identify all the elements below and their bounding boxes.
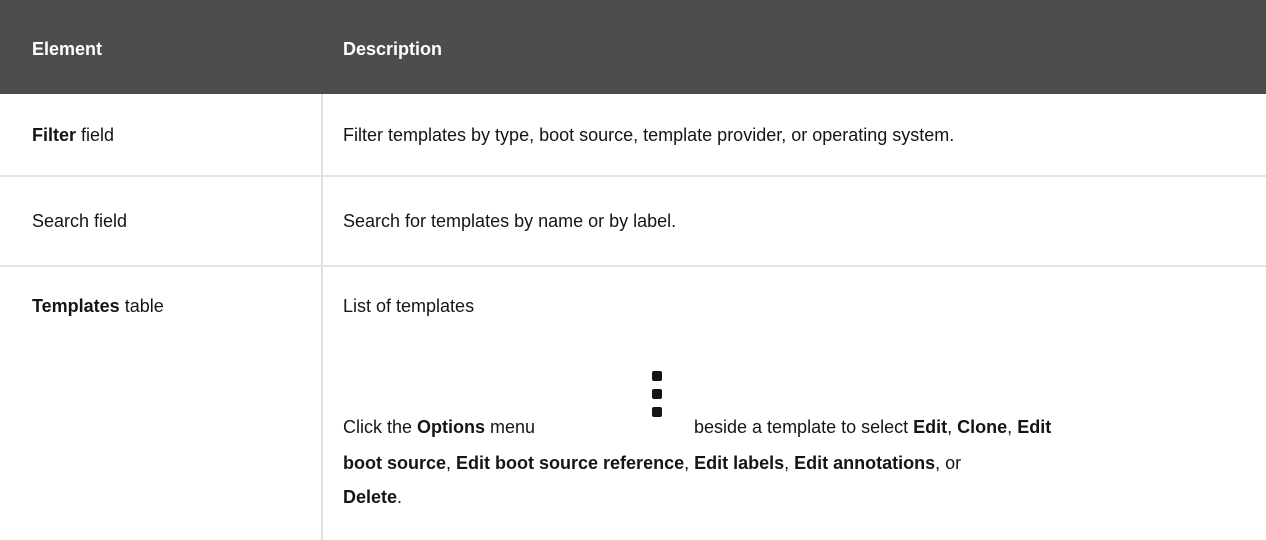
row-templates-description-part2: beside a template to select Edit, Clone,… [694, 417, 1052, 437]
header-element: Element [32, 39, 103, 59]
kebab-options-icon [650, 371, 662, 417]
options-menu-label: Options [417, 417, 486, 437]
row-divider [0, 265, 1266, 267]
delete-option: Delete [343, 487, 398, 507]
row-divider [0, 175, 1266, 177]
table-header: Element Description [0, 0, 1266, 94]
elements-table: Element Description Filter field Filter … [0, 0, 1266, 540]
edit-labels-option: Edit labels [694, 453, 785, 473]
edit-boot-source-option-start: Edit [1017, 417, 1052, 437]
filter-label: Filter [32, 125, 77, 145]
row-filter-element: Filter field [32, 125, 115, 145]
column-divider [321, 94, 323, 540]
row-search-element: Search field [32, 211, 128, 231]
row-filter-description: Filter templates by type, boot source, t… [343, 125, 955, 145]
row-templates-description-line1: List of templates [343, 296, 475, 316]
header-description: Description [343, 39, 443, 59]
edit-annotations-option: Edit annotations [794, 453, 936, 473]
row-templates-description-line3: boot source, Edit boot source reference,… [343, 453, 962, 473]
row-templates-description-line4: Delete. [343, 487, 403, 507]
edit-boot-source-option-end: boot source [343, 453, 447, 473]
row-templates-element: Templates table [32, 296, 164, 316]
edit-option: Edit [913, 417, 948, 437]
row-search-description: Search for templates by name or by label… [343, 211, 677, 231]
templates-label: Templates [32, 296, 120, 316]
clone-option: Clone [957, 417, 1008, 437]
edit-boot-source-reference-option: Edit boot source reference [456, 453, 685, 473]
